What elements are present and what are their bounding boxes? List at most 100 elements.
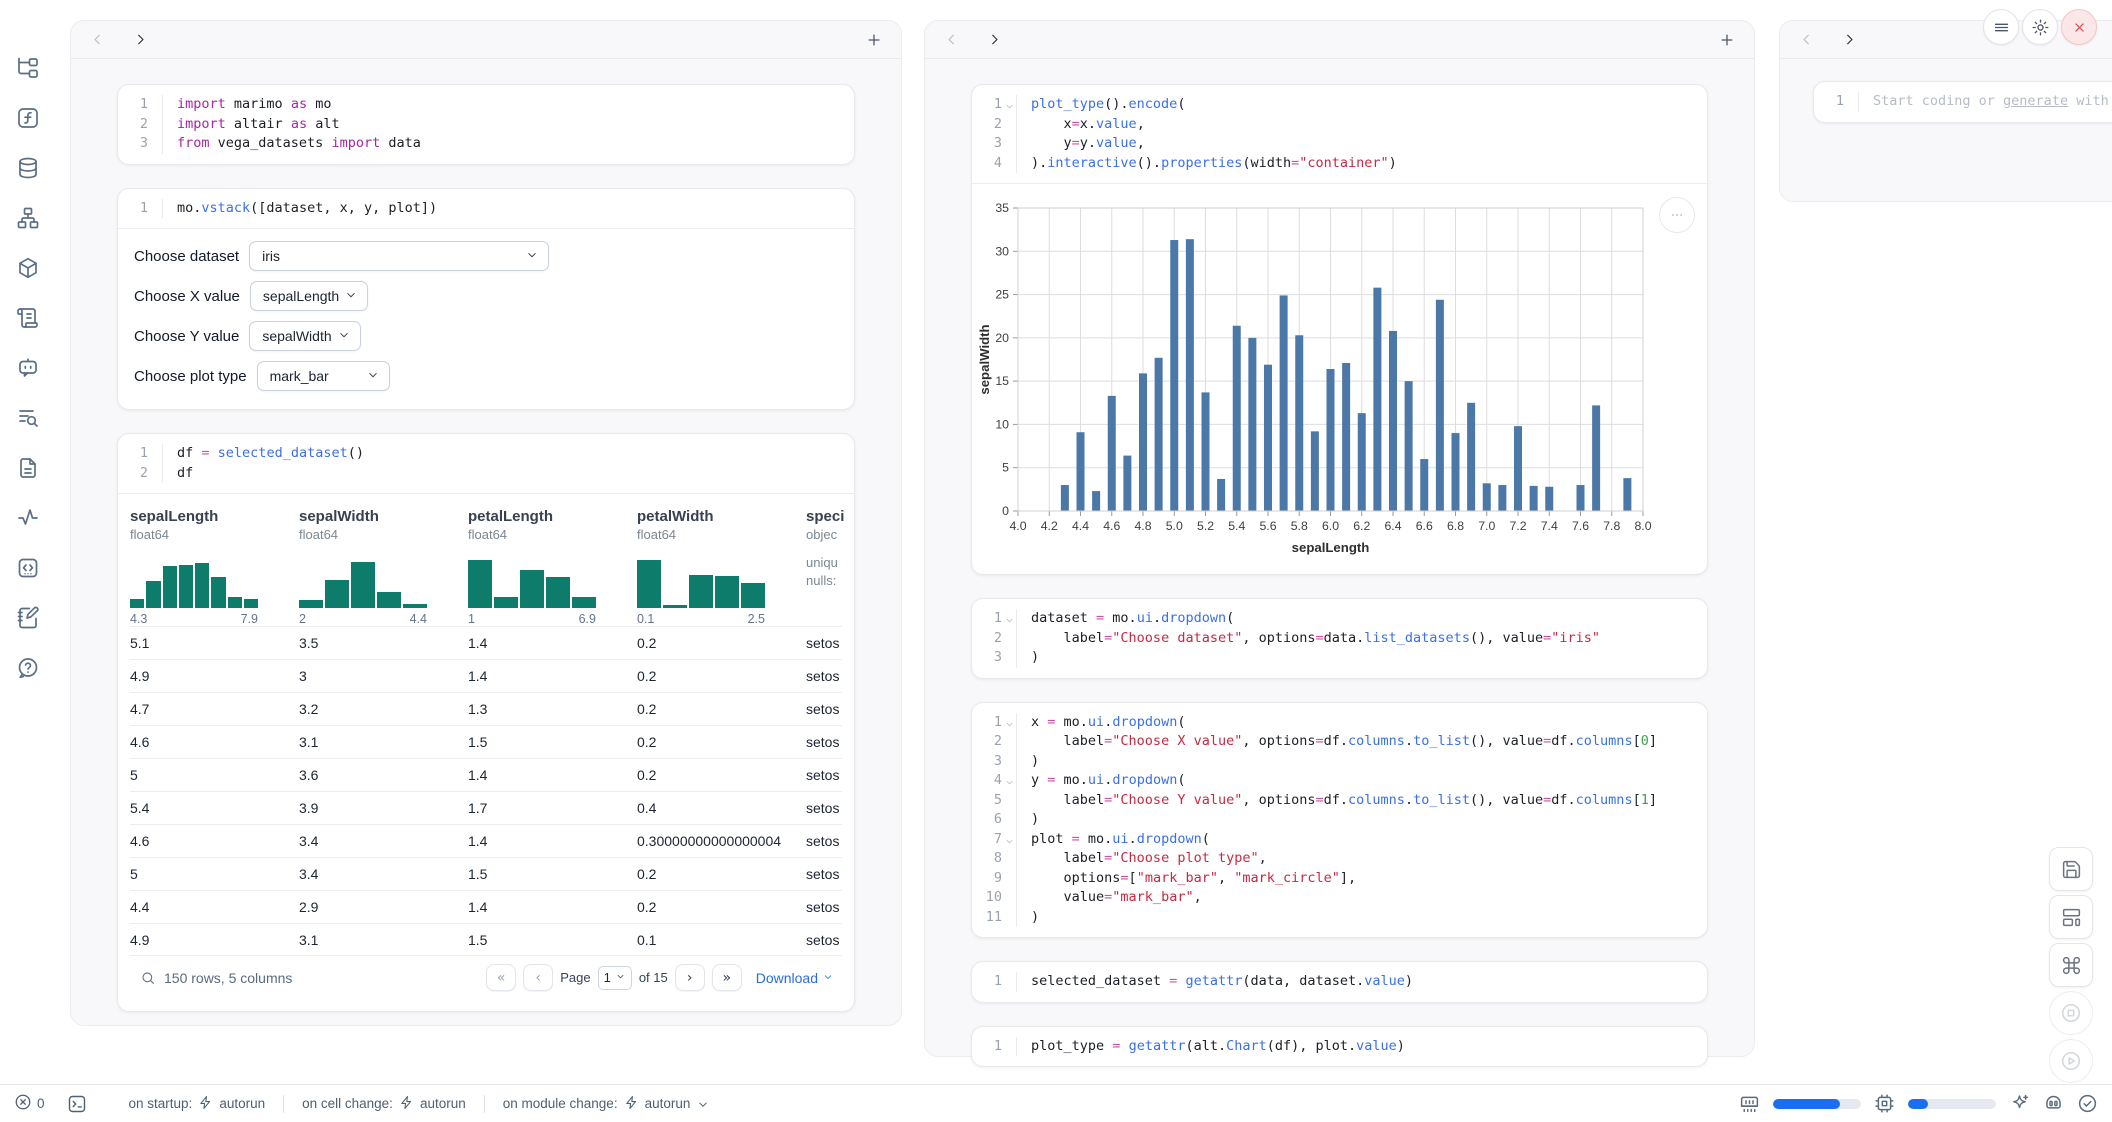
save-button[interactable]	[2049, 847, 2093, 891]
code-line[interactable]: 7plot = mo.ui.dropdown(	[972, 830, 1707, 850]
add-cell-button[interactable]	[865, 31, 883, 49]
code-line[interactable]: 3)	[972, 648, 1707, 668]
page-select[interactable]: 1	[598, 966, 632, 990]
runtime-config-button[interactable]: on startup:autorun	[111, 1095, 284, 1113]
choose-y-value-select[interactable]: sepalWidth	[249, 321, 361, 351]
table-row[interactable]: 5.13.51.40.2setos	[130, 626, 842, 659]
fold-chevron-icon[interactable]	[1004, 613, 1015, 624]
code-line[interactable]: 10 value="mark_bar",	[972, 888, 1707, 908]
fold-chevron-icon[interactable]	[1004, 775, 1015, 786]
sidebar-text-search-icon[interactable]	[16, 406, 40, 430]
settings-button[interactable]	[2022, 9, 2058, 45]
code-editor[interactable]: 1x = mo.ui.dropdown(2 label="Choose X va…	[972, 703, 1707, 938]
sidebar-tracing-icon[interactable]	[16, 506, 40, 530]
sidebar-file-tree-icon[interactable]	[16, 56, 40, 80]
table-row[interactable]: 4.93.11.50.1setos	[130, 923, 842, 956]
command-palette-button[interactable]	[2049, 943, 2093, 987]
code-line[interactable]: 2 x=x.value,	[972, 115, 1707, 135]
chevron-left-icon[interactable]	[89, 31, 106, 48]
code-editor[interactable]: 1dataset = mo.ui.dropdown(2 label="Choos…	[972, 599, 1707, 678]
choose-plot-type-select[interactable]: mark_bar	[257, 361, 390, 391]
code-line[interactable]: 1dataset = mo.ui.dropdown(	[972, 609, 1707, 629]
code-editor[interactable]: 1df = selected_dataset()2df	[118, 434, 854, 493]
layout-button[interactable]	[2049, 895, 2093, 939]
menu-button[interactable]	[1983, 9, 2019, 45]
table-column-header[interactable]: sepalLengthfloat644.37.9	[130, 504, 299, 626]
code-line[interactable]: 1selected_dataset = getattr(data, datase…	[972, 972, 1707, 992]
code-line[interactable]: 2df	[118, 464, 854, 484]
runtime-config-button[interactable]: on cell change:autorun	[283, 1095, 484, 1113]
chevron-left-icon[interactable]	[1798, 31, 1815, 48]
table-row[interactable]: 4.42.91.40.2setos	[130, 890, 842, 923]
download-button[interactable]: Download	[756, 970, 834, 986]
code-line[interactable]: 3from vega_datasets import data	[118, 134, 854, 154]
table-row[interactable]: 4.73.21.30.2setos	[130, 692, 842, 725]
sidebar-scratchpad-icon[interactable]	[16, 606, 40, 630]
sidebar-snippets-icon[interactable]	[16, 556, 40, 580]
table-row[interactable]: 53.41.50.2setos	[130, 857, 842, 890]
sidebar-function-square-icon[interactable]	[16, 106, 40, 130]
sidebar-scroll-text-icon[interactable]	[16, 306, 40, 330]
table-column-header[interactable]: speciobjecuniqunulls:	[806, 504, 844, 626]
last-page-button[interactable]: »	[712, 964, 742, 991]
fold-chevron-icon[interactable]	[1004, 717, 1015, 728]
code-line[interactable]: 2 label="Choose X value", options=df.col…	[972, 732, 1707, 752]
table-row[interactable]: 53.61.40.2setos	[130, 758, 842, 791]
generate-with-ai-link[interactable]: generate	[2003, 93, 2068, 109]
code-line[interactable]: 1x = mo.ui.dropdown(	[972, 713, 1707, 733]
table-column-header[interactable]: sepalWidthfloat6424.4	[299, 504, 468, 626]
table-row[interactable]: 4.931.40.2setos	[130, 659, 842, 692]
sidebar-ai-chat-icon[interactable]	[16, 356, 40, 380]
code-line[interactable]: 8 label="Choose plot type",	[972, 849, 1707, 869]
code-line[interactable]: 1mo.vstack([dataset, x, y, plot])	[118, 199, 854, 219]
chevron-right-icon[interactable]	[132, 31, 149, 48]
code-line[interactable]: 2import altair as alt	[118, 115, 854, 135]
sidebar-dependency-graph-icon[interactable]	[16, 206, 40, 230]
sidebar-file-text-icon[interactable]	[16, 456, 40, 480]
code-line[interactable]: 1plot_type = getattr(alt.Chart(df), plot…	[972, 1037, 1707, 1057]
table-row[interactable]: 4.63.11.50.2setos	[130, 725, 842, 758]
code-line[interactable]: 6)	[972, 810, 1707, 830]
search-icon[interactable]	[140, 970, 156, 986]
code-editor[interactable]: 1selected_dataset = getattr(data, datase…	[972, 962, 1707, 1002]
fold-chevron-icon[interactable]	[1004, 834, 1015, 845]
ai-assistant-button[interactable]	[2009, 1093, 2030, 1114]
chart-options-button[interactable]	[1659, 197, 1695, 233]
code-line[interactable]: 3 y=y.value,	[972, 134, 1707, 154]
code-line[interactable]: 9 options=["mark_bar", "mark_circle"],	[972, 869, 1707, 889]
code-editor[interactable]: 1mo.vstack([dataset, x, y, plot])	[118, 189, 854, 229]
run-button[interactable]	[2049, 1039, 2093, 1083]
code-editor[interactable]: 1plot_type().encode(2 x=x.value,3 y=y.va…	[972, 85, 1707, 183]
stop-button[interactable]	[2049, 991, 2093, 1035]
add-cell-button[interactable]	[1718, 31, 1736, 49]
shutdown-button[interactable]	[2061, 9, 2097, 45]
code-line[interactable]: 5 label="Choose Y value", options=df.col…	[972, 791, 1707, 811]
choose-x-value-select[interactable]: sepalLength	[250, 281, 368, 311]
code-editor-placeholder[interactable]: Start coding or generate with	[1858, 92, 2112, 112]
next-page-button[interactable]: ›	[675, 964, 705, 991]
code-line[interactable]: 4).interactive().properties(width="conta…	[972, 154, 1707, 174]
altair-bar-chart[interactable]: 4.04.24.44.64.85.05.25.45.65.86.06.26.46…	[978, 194, 1692, 561]
runtime-config-button[interactable]: on module change:autorun	[484, 1095, 729, 1113]
table-row[interactable]: 5.43.91.70.4setos	[130, 791, 842, 824]
code-line[interactable]: 4y = mo.ui.dropdown(	[972, 771, 1707, 791]
copilot-button[interactable]	[2043, 1093, 2064, 1114]
chevron-left-icon[interactable]	[943, 31, 960, 48]
first-page-button[interactable]: «	[486, 964, 516, 991]
code-line[interactable]: 2 label="Choose dataset", options=data.l…	[972, 629, 1707, 649]
chevron-right-icon[interactable]	[986, 31, 1003, 48]
error-count-button[interactable]: 0	[14, 1093, 45, 1114]
code-line[interactable]: 1import marimo as mo	[118, 95, 854, 115]
code-line[interactable]: 3)	[972, 752, 1707, 772]
choose-dataset-select[interactable]: iris	[249, 241, 549, 271]
code-line[interactable]: 1df = selected_dataset()	[118, 444, 854, 464]
sidebar-database-icon[interactable]	[16, 156, 40, 180]
terminal-button[interactable]	[67, 1094, 87, 1114]
table-row[interactable]: 4.63.41.40.30000000000000004setos	[130, 824, 842, 857]
table-column-header[interactable]: petalLengthfloat6416.9	[468, 504, 637, 626]
code-editor[interactable]: 1import marimo as mo2import altair as al…	[118, 85, 854, 164]
chevron-right-icon[interactable]	[1841, 31, 1858, 48]
code-line[interactable]: 1plot_type().encode(	[972, 95, 1707, 115]
previous-page-button[interactable]: ‹	[523, 964, 553, 991]
fold-chevron-icon[interactable]	[1004, 99, 1015, 110]
